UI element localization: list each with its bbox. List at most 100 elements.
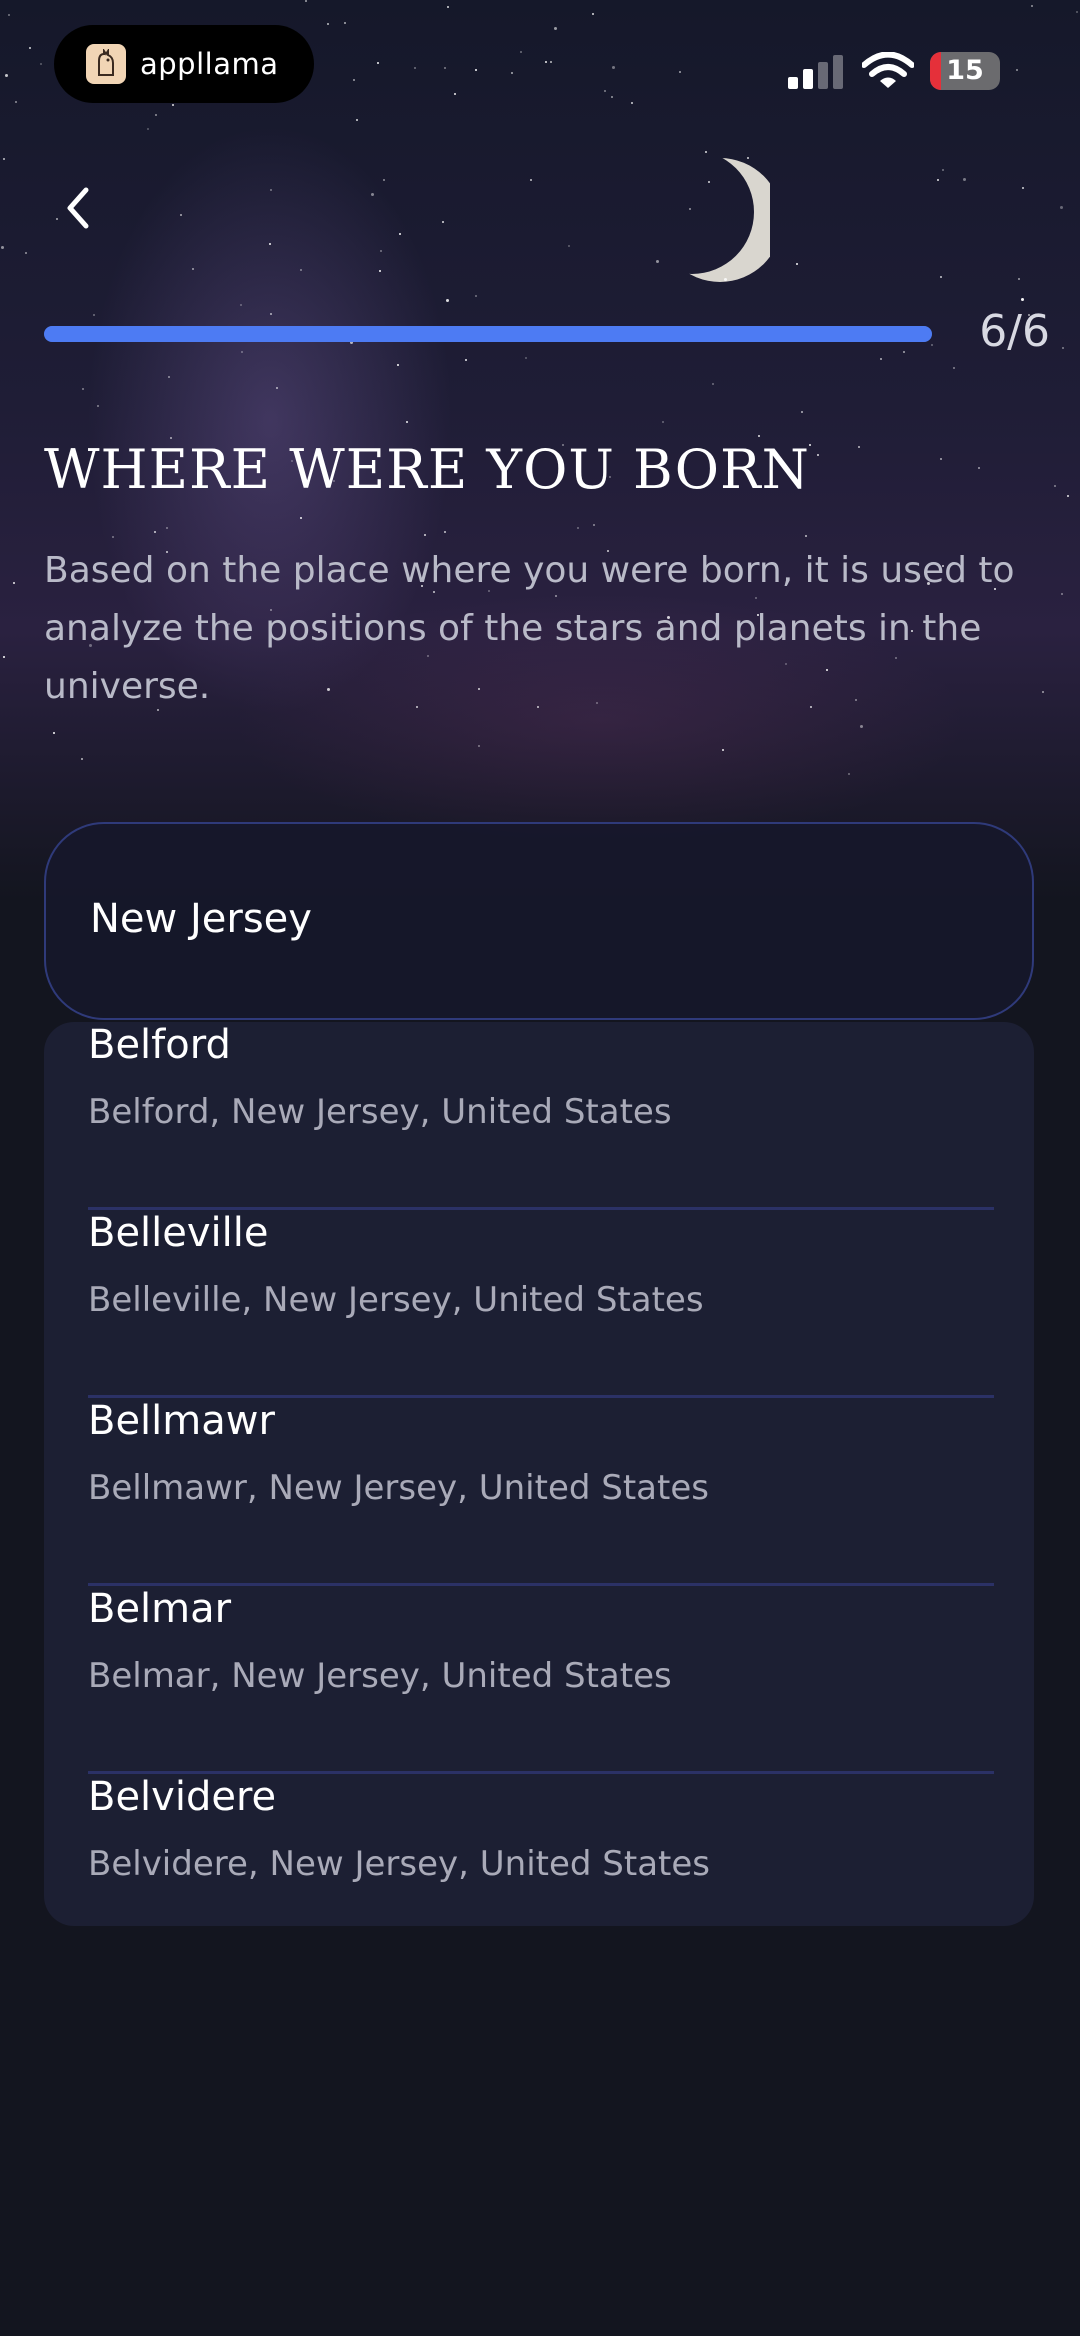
result-location-detail: Bellmawr, New Jersey, United States: [88, 1468, 709, 1508]
star-decoration: [662, 421, 664, 423]
star-decoration: [679, 71, 681, 73]
cellular-signal-icon: [788, 55, 843, 89]
app-indicator-pill: appllama: [54, 25, 314, 103]
star-decoration: [550, 61, 552, 63]
star-decoration: [380, 250, 382, 252]
result-item[interactable]: Belford Belford, New Jersey, United State…: [44, 1022, 1034, 1210]
battery-indicator: 15: [930, 52, 1000, 90]
result-location-detail: Belvidere, New Jersey, United States: [88, 1844, 711, 1884]
star-decoration: [758, 435, 760, 437]
star-decoration: [353, 79, 355, 81]
star-decoration: [631, 102, 633, 104]
star-decoration: [1067, 495, 1069, 497]
star-decoration: [397, 364, 399, 366]
star-decoration: [81, 758, 83, 760]
star-decoration: [611, 96, 613, 98]
star-decoration: [478, 745, 480, 747]
wifi-icon: [862, 52, 914, 88]
star-decoration: [963, 178, 966, 181]
star-decoration: [147, 128, 149, 130]
star-decoration: [592, 13, 594, 15]
result-city-name: Belford: [88, 1022, 231, 1068]
star-decoration: [327, 23, 329, 25]
star-decoration: [29, 47, 31, 49]
star-decoration: [593, 524, 595, 526]
star-decoration: [545, 61, 547, 63]
birthplace-search-input[interactable]: [90, 884, 990, 954]
star-decoration: [192, 268, 194, 270]
progress-bar-fill: [44, 326, 932, 342]
star-decoration: [82, 388, 84, 390]
result-item[interactable]: Belmar Belmar, New Jersey, United States: [44, 1586, 1034, 1774]
llama-logo-icon: [86, 44, 126, 84]
star-decoration: [848, 773, 850, 775]
birthplace-search-box[interactable]: [44, 822, 1034, 1020]
star-decoration: [689, 208, 691, 210]
star-decoration: [1016, 69, 1018, 71]
star-decoration: [53, 732, 55, 734]
star-decoration: [860, 725, 863, 728]
star-decoration: [300, 269, 302, 271]
star-decoration: [5, 74, 8, 77]
star-decoration: [724, 278, 727, 281]
star-decoration: [903, 351, 905, 353]
page-description: Based on the place where you were born, …: [44, 550, 1015, 707]
star-decoration: [1, 246, 4, 249]
star-decoration: [180, 214, 182, 216]
result-city-name: Belvidere: [88, 1774, 277, 1820]
result-item[interactable]: Belleville Belleville, New Jersey, United…: [44, 1210, 1034, 1398]
star-decoration: [383, 179, 385, 181]
star-decoration: [1076, 11, 1078, 13]
star-decoration: [379, 270, 381, 272]
star-decoration: [722, 749, 724, 751]
star-decoration: [270, 313, 272, 315]
star-decoration: [300, 517, 302, 519]
star-decoration: [454, 93, 456, 95]
star-decoration: [13, 582, 15, 584]
star-decoration: [15, 101, 17, 103]
star-decoration: [880, 358, 882, 360]
star-decoration: [568, 245, 570, 247]
star-decoration: [305, 0, 307, 2]
star-decoration: [1022, 187, 1024, 189]
star-decoration: [168, 376, 170, 378]
star-decoration: [424, 534, 426, 536]
star-decoration: [1042, 691, 1044, 693]
star-decoration: [612, 66, 615, 69]
star-decoration: [442, 221, 444, 223]
star-decoration: [940, 276, 942, 278]
crescent-moon-icon: [658, 158, 770, 282]
star-decoration: [97, 405, 99, 407]
star-decoration: [155, 114, 157, 116]
star-decoration: [447, 6, 449, 8]
star-decoration: [525, 357, 527, 359]
star-decoration: [1061, 593, 1063, 595]
result-item[interactable]: Belvidere Belvidere, New Jersey, United S…: [44, 1774, 1034, 1926]
star-decoration: [344, 22, 346, 24]
star-decoration: [444, 531, 446, 533]
star-decoration: [40, 63, 42, 65]
star-decoration: [465, 359, 467, 361]
star-decoration: [154, 531, 156, 533]
star-decoration: [112, 536, 114, 538]
star-decoration: [604, 90, 606, 92]
result-location-detail: Belmar, New Jersey, United States: [88, 1656, 672, 1696]
star-decoration: [269, 243, 271, 245]
result-item[interactable]: Bellmawr Bellmawr, New Jersey, United Sta…: [44, 1398, 1034, 1586]
result-city-name: Belleville: [88, 1210, 269, 1256]
star-decoration: [1018, 278, 1020, 280]
star-decoration: [942, 169, 944, 171]
result-location-detail: Belleville, New Jersey, United States: [88, 1280, 704, 1320]
step-counter: 6/6: [979, 306, 1050, 357]
result-city-name: Bellmawr: [88, 1398, 275, 1444]
star-decoration: [475, 295, 477, 297]
star-decoration: [705, 151, 707, 153]
star-decoration: [1031, 5, 1033, 7]
star-decoration: [475, 69, 477, 71]
star-decoration: [356, 119, 358, 121]
battery-level-text: 15: [946, 55, 984, 86]
star-decoration: [656, 260, 659, 263]
back-button[interactable]: [50, 178, 110, 238]
star-decoration: [414, 67, 416, 69]
star-decoration: [747, 157, 749, 159]
